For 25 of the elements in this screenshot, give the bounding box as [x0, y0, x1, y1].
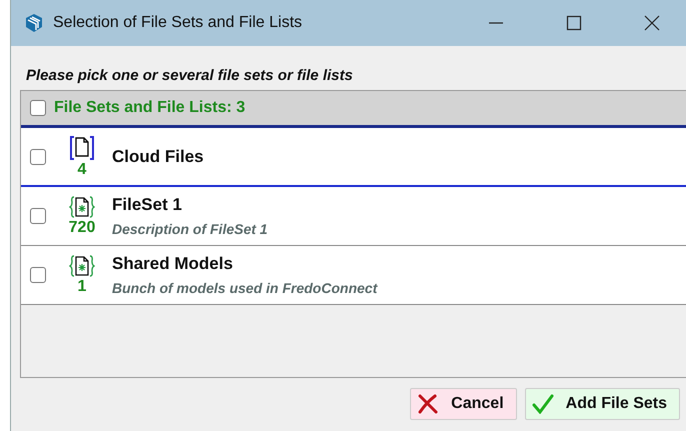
check-icon [532, 394, 554, 414]
item-description: Bunch of models used in FredoConnect [112, 280, 378, 296]
item-name: Cloud Files [112, 146, 204, 166]
item-checkbox[interactable] [30, 267, 46, 283]
close-icon[interactable] [644, 15, 660, 31]
add-button[interactable]: Add File Sets [524, 388, 680, 420]
file-count: 720 [68, 219, 96, 237]
item-checkbox[interactable] [30, 208, 46, 224]
window-title: Selection of File Sets and File Lists [53, 14, 302, 32]
app-logo-icon [23, 12, 45, 34]
document-bracket-icon [69, 134, 95, 160]
item-checkbox[interactable] [30, 148, 46, 164]
file-count: 4 [78, 160, 86, 178]
item-name: Shared Models [112, 254, 234, 274]
item-description: Description of FileSet 1 [112, 221, 268, 237]
cancel-button[interactable]: Cancel [410, 388, 517, 420]
maximize-icon[interactable] [566, 15, 582, 31]
select-all-checkbox[interactable] [30, 100, 46, 116]
document-brace-icon [69, 195, 95, 219]
instruction-text: Please pick one or several file sets or file lists [25, 66, 354, 86]
file-count: 1 [78, 278, 86, 296]
item-name: FileSet 1 [112, 195, 183, 215]
document-brace-icon [69, 254, 95, 278]
list-header: File Sets and File Lists: 3 [54, 99, 246, 117]
cross-icon [417, 394, 440, 414]
